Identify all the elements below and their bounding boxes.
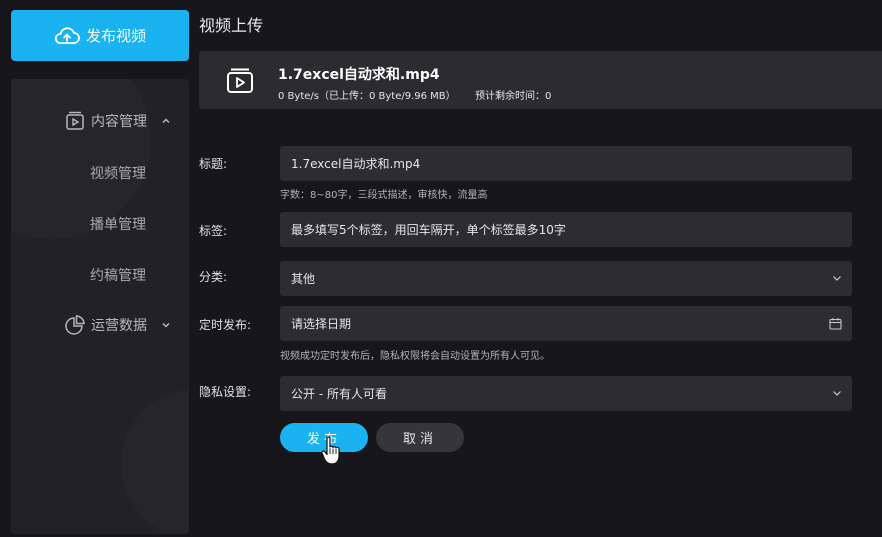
video-file-icon bbox=[227, 68, 253, 93]
privacy-select[interactable]: 公开 - 所有人可看 bbox=[280, 376, 852, 411]
title-input[interactable]: 1.7excel自动求和.mp4 bbox=[280, 146, 852, 181]
pie-chart-icon bbox=[65, 315, 85, 335]
page-title: 视频上传 bbox=[199, 16, 264, 35]
sidebar-item-commission-management[interactable]: 约稿管理 bbox=[90, 265, 146, 285]
sidebar-group-label: 内容管理 bbox=[91, 114, 147, 130]
tags-input[interactable]: 最多填写5个标签，用回车隔开，单个标签最多10字 bbox=[280, 212, 852, 247]
title-hint: 字数：8~80字，三段式描述，审核快，流量高 bbox=[280, 190, 488, 201]
sidebar-item-playlist-management[interactable]: 播单管理 bbox=[90, 214, 146, 234]
tags-input-placeholder: 最多填写5个标签，用回车隔开，单个标签最多10字 bbox=[291, 223, 566, 237]
chevron-down-icon bbox=[833, 276, 841, 281]
file-name: 1.7excel自动求和.mp4 bbox=[278, 67, 440, 83]
hand-pointer-cursor-icon bbox=[321, 436, 340, 465]
video-content-icon bbox=[66, 111, 84, 130]
schedule-date-placeholder: 请选择日期 bbox=[291, 317, 352, 331]
category-select[interactable]: 其他 bbox=[280, 261, 852, 296]
chevron-down-icon bbox=[162, 322, 170, 328]
chevron-down-icon bbox=[833, 391, 841, 396]
publish-video-label: 发布视频 bbox=[85, 27, 146, 45]
publish-video-button[interactable]: 发布视频 bbox=[11, 10, 189, 61]
remaining-time-text: 预计剩余时间：0 bbox=[475, 91, 552, 102]
cloud-upload-icon bbox=[54, 26, 80, 44]
cancel-button[interactable]: 取消 bbox=[376, 423, 464, 452]
sidebar: 内容管理 视频管理 播单管理 约稿管理 运营数据 bbox=[11, 79, 189, 534]
category-select-value: 其他 bbox=[291, 272, 316, 286]
title-input-value: 1.7excel自动求和.mp4 bbox=[291, 157, 421, 171]
schedule-label: 定时发布: bbox=[199, 318, 252, 332]
title-label: 标题: bbox=[199, 157, 228, 171]
category-label: 分类: bbox=[199, 270, 228, 284]
sidebar-item-video-management[interactable]: 视频管理 bbox=[90, 163, 146, 183]
schedule-date-picker[interactable]: 请选择日期 bbox=[280, 306, 852, 341]
calendar-icon bbox=[829, 318, 842, 330]
sidebar-decoration bbox=[121, 389, 189, 534]
schedule-hint: 视频成功定时发布后，隐私权限将会自动设置为所有人可见。 bbox=[280, 351, 550, 362]
sidebar-group-label: 运营数据 bbox=[91, 318, 147, 334]
privacy-label: 隐私设置: bbox=[199, 385, 252, 399]
chevron-up-icon bbox=[162, 118, 170, 124]
upload-file-card: 1.7excel自动求和.mp4 0 Byte/s（已上传：0 Byte/9.9… bbox=[199, 51, 882, 109]
sidebar-group-content[interactable]: 内容管理 bbox=[11, 103, 189, 139]
upload-progress-text: 0 Byte/s（已上传：0 Byte/9.96 MB） bbox=[278, 91, 456, 102]
tags-label: 标签: bbox=[199, 224, 228, 238]
sidebar-group-analytics[interactable]: 运营数据 bbox=[11, 307, 189, 343]
privacy-select-value: 公开 - 所有人可看 bbox=[291, 387, 387, 401]
